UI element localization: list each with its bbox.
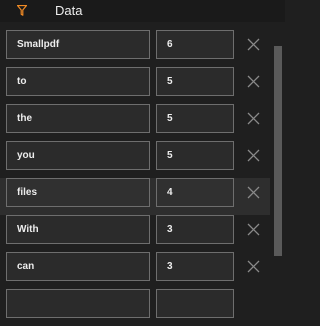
close-icon[interactable] xyxy=(247,112,260,125)
close-icon[interactable] xyxy=(247,223,260,236)
close-icon[interactable] xyxy=(247,75,260,88)
close-icon[interactable] xyxy=(247,260,260,273)
word-count-list: Smallpdf 6 to 5 the 5 you 5 files 4 With… xyxy=(0,30,270,326)
list-item: can 3 xyxy=(0,252,270,289)
count-field[interactable]: 3 xyxy=(156,252,234,281)
panel-header: Data xyxy=(0,0,285,22)
count-field[interactable]: 5 xyxy=(156,104,234,133)
list-item-partial xyxy=(0,289,270,326)
count-field[interactable]: 6 xyxy=(156,30,234,59)
count-field[interactable] xyxy=(156,289,234,318)
word-field[interactable]: the xyxy=(6,104,150,133)
count-field[interactable]: 3 xyxy=(156,215,234,244)
close-icon[interactable] xyxy=(247,149,260,162)
word-field[interactable]: can xyxy=(6,252,150,281)
list-item: you 5 xyxy=(0,141,270,178)
word-field[interactable]: files xyxy=(6,178,150,207)
list-item: Smallpdf 6 xyxy=(0,30,270,67)
count-field[interactable]: 4 xyxy=(156,178,234,207)
close-icon[interactable] xyxy=(247,186,260,199)
scrollbar-thumb[interactable] xyxy=(274,46,282,256)
close-icon[interactable] xyxy=(247,38,260,51)
word-field[interactable]: Smallpdf xyxy=(6,30,150,59)
word-field[interactable]: to xyxy=(6,67,150,96)
count-field[interactable]: 5 xyxy=(156,67,234,96)
count-field[interactable]: 5 xyxy=(156,141,234,170)
list-item: files 4 xyxy=(0,178,270,215)
scrollbar[interactable] xyxy=(271,22,285,298)
panel-title: Data xyxy=(55,3,83,18)
word-field[interactable] xyxy=(6,289,150,318)
word-field[interactable]: With xyxy=(6,215,150,244)
word-field[interactable]: you xyxy=(6,141,150,170)
filter-icon[interactable] xyxy=(17,5,27,16)
list-item: to 5 xyxy=(0,67,270,104)
list-item: With 3 xyxy=(0,215,270,252)
list-item: the 5 xyxy=(0,104,270,141)
